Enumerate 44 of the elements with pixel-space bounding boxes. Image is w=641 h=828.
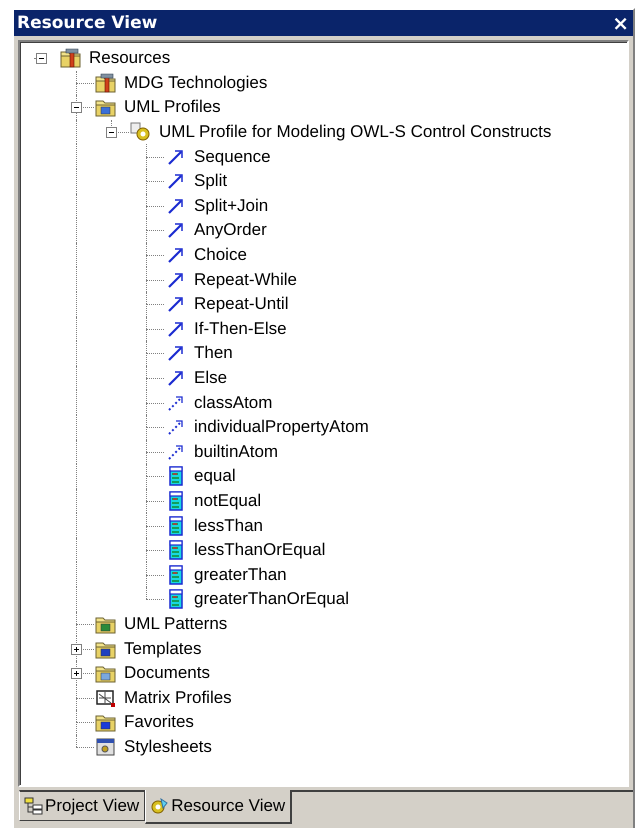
tree-item[interactable]: Then xyxy=(194,343,233,364)
tree-item[interactable]: Sequence xyxy=(194,146,271,167)
tree-item[interactable]: Repeat-Until xyxy=(194,294,288,314)
collapse-toggle[interactable] xyxy=(36,53,47,64)
expand-toggle[interactable] xyxy=(71,644,82,655)
tree-item[interactable]: Split xyxy=(194,171,228,192)
tree-item[interactable]: builtinAtom xyxy=(194,442,278,462)
tree-item[interactable]: greaterThanOrEqual xyxy=(194,589,349,610)
tree-item[interactable]: Favorites xyxy=(124,712,194,732)
tree-item[interactable]: equal xyxy=(194,466,236,486)
tree-item[interactable]: Repeat-While xyxy=(194,270,297,290)
tree-item[interactable]: greaterThan xyxy=(194,564,287,585)
tree-item[interactable]: UML Profiles xyxy=(124,97,221,118)
tree-item[interactable]: individualPropertyAtom xyxy=(194,417,369,438)
tree-item[interactable]: notEqual xyxy=(194,490,262,511)
tools-folder-icon xyxy=(60,48,82,68)
tree-item[interactable]: MDG Technologies xyxy=(124,72,268,93)
matrix-icon xyxy=(95,688,117,708)
tree-item[interactable]: classAtom xyxy=(194,392,272,413)
collapse-toggle[interactable] xyxy=(71,102,82,114)
tools-folder-icon xyxy=(95,72,117,93)
close-button[interactable]: × xyxy=(612,13,629,33)
tree-item[interactable]: AnyOrder xyxy=(194,220,267,240)
view-tab[interactable]: Resource View xyxy=(145,790,292,824)
tree-item[interactable]: Documents xyxy=(124,663,210,684)
tree-item[interactable]: UML Patterns xyxy=(124,614,228,634)
tree-item[interactable]: UML Profile for Modeling OWL-S Control Constructs xyxy=(159,122,552,142)
window-title: Resource View xyxy=(17,13,158,33)
tree-item[interactable]: Stylesheets xyxy=(124,736,212,757)
expand-toggle[interactable] xyxy=(71,668,82,680)
tree-item[interactable]: If-Then-Else xyxy=(194,318,287,339)
tree-item[interactable]: Choice xyxy=(194,245,247,266)
gear-package-icon xyxy=(150,797,170,815)
tree-item[interactable]: Templates xyxy=(124,638,202,659)
stylesheet-icon xyxy=(95,736,117,757)
tree-item[interactable]: lessThanOrEqual xyxy=(194,540,326,560)
tree-diagram-icon xyxy=(24,797,44,815)
tree-item[interactable]: Split+Join xyxy=(194,196,268,216)
tree-item[interactable]: lessThan xyxy=(194,516,263,536)
collapse-toggle[interactable] xyxy=(106,127,117,138)
view-tab[interactable]: Project View xyxy=(19,790,146,821)
tree-item[interactable]: Else xyxy=(194,368,228,388)
tree-item[interactable]: Matrix Profiles xyxy=(124,688,232,708)
tree-item[interactable]: Resources xyxy=(89,48,170,68)
